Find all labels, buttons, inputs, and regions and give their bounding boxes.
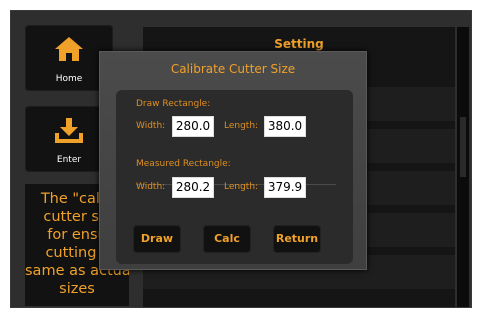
draw-width-input[interactable]: 280.0 <box>172 116 214 137</box>
scrollbar[interactable] <box>457 27 469 307</box>
measured-length-label: Length: <box>224 182 259 192</box>
scroll-thumb[interactable] <box>460 117 466 177</box>
cutter-screen: Home Enter The "calib cutter siz for ens… <box>10 10 472 308</box>
draw-length-label: Length: <box>224 121 259 131</box>
draw-length-input[interactable]: 380.0 <box>264 116 306 137</box>
draw-width-label: Width: <box>136 121 166 131</box>
measured-width-label: Width: <box>136 182 166 192</box>
return-button[interactable]: Return <box>273 225 321 253</box>
panel-title: Setting <box>274 37 324 51</box>
draw-section-label: Draw Rectangle: <box>136 99 211 109</box>
calibrate-dialog: Calibrate Cutter Size Draw Rectangle: Wi… <box>99 51 367 270</box>
measured-width-input[interactable]: 280.2 <box>172 177 214 198</box>
measured-length-input[interactable]: 379.9 <box>264 177 306 198</box>
calc-button[interactable]: Calc <box>203 225 251 253</box>
measured-section-label: Measured Rectangle: <box>136 159 231 169</box>
dialog-title: Calibrate Cutter Size <box>170 62 296 76</box>
download-icon <box>55 118 83 143</box>
draw-button[interactable]: Draw <box>133 225 181 253</box>
home-icon <box>55 37 83 61</box>
